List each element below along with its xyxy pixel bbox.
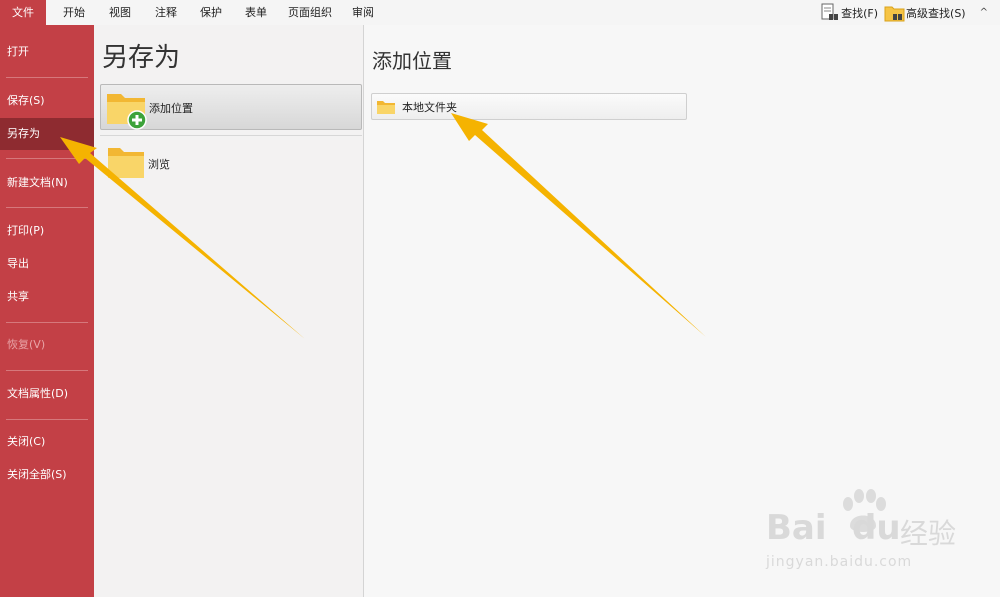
menu-document-properties[interactable]: 文档属性(D) <box>0 378 94 410</box>
find-icon <box>821 3 839 20</box>
baidu-watermark: Bai du 经验 jingyan.baidu.com <box>766 488 956 578</box>
tab-protect[interactable]: 保护 <box>200 0 222 25</box>
tab-view[interactable]: 视图 <box>109 0 131 25</box>
advanced-find-button[interactable]: 高级查找(S) <box>884 2 966 24</box>
add-location-button[interactable]: 添加位置 <box>100 84 362 130</box>
folder-search-icon <box>884 6 905 21</box>
save-as-pane: 另存为 添加位置 浏览 <box>94 25 364 597</box>
folder-icon <box>377 100 395 114</box>
tab-file[interactable]: 文件 <box>0 0 46 25</box>
add-location-label: 添加位置 <box>149 102 193 115</box>
menu-save-as[interactable]: 另存为 <box>0 118 94 150</box>
tab-home[interactable]: 开始 <box>63 0 85 25</box>
folder-add-icon <box>107 94 147 130</box>
divider <box>100 135 362 136</box>
menu-new-document[interactable]: 新建文档(N) <box>0 167 94 199</box>
watermark-brand: Bai <box>766 508 827 548</box>
tab-review[interactable]: 审阅 <box>352 0 374 25</box>
local-folder-button[interactable]: 本地文件夹 <box>371 93 687 120</box>
tab-form[interactable]: 表单 <box>245 0 267 25</box>
menu-separator <box>6 322 88 323</box>
advanced-find-label: 高级查找(S) <box>906 6 966 20</box>
menu-open[interactable]: 打开 <box>0 36 94 68</box>
watermark-cn: 经验 <box>900 517 957 550</box>
menu-close[interactable]: 关闭(C) <box>0 426 94 458</box>
menu-separator <box>6 207 88 208</box>
tab-page-organize[interactable]: 页面组织 <box>288 0 332 25</box>
menu-separator <box>6 158 88 159</box>
find-label: 查找(F) <box>841 6 879 20</box>
section-title: 添加位置 <box>372 49 452 73</box>
menu-save[interactable]: 保存(S) <box>0 85 94 117</box>
tab-comment[interactable]: 注释 <box>155 0 177 25</box>
browse-button[interactable]: 浏览 <box>100 141 362 187</box>
menu-restore: 恢复(V) <box>7 338 46 351</box>
local-folder-label: 本地文件夹 <box>402 100 457 114</box>
menu-separator <box>6 419 88 420</box>
browse-label: 浏览 <box>148 158 170 171</box>
folder-icon <box>108 148 144 178</box>
watermark-url: jingyan.baidu.com <box>766 554 913 570</box>
ribbon: 文件 开始 视图 注释 保护 表单 页面组织 审阅 查找(F) 高级查找(S) … <box>0 0 1000 26</box>
collapse-ribbon-icon[interactable]: ^ <box>980 7 988 18</box>
menu-print[interactable]: 打印(P) <box>0 215 94 247</box>
menu-close-all[interactable]: 关闭全部(S) <box>0 459 94 491</box>
menu-separator <box>6 77 88 78</box>
backstage-menu: 打开 保存(S) 另存为 新建文档(N) 打印(P) 导出 共享 恢复(V) 文… <box>0 25 94 597</box>
menu-share[interactable]: 共享 <box>0 281 94 313</box>
menu-export[interactable]: 导出 <box>0 248 94 280</box>
watermark-brand-2: du <box>852 508 901 548</box>
page-title: 另存为 <box>102 43 181 73</box>
find-button[interactable]: 查找(F) <box>819 2 878 24</box>
menu-separator <box>6 370 88 371</box>
